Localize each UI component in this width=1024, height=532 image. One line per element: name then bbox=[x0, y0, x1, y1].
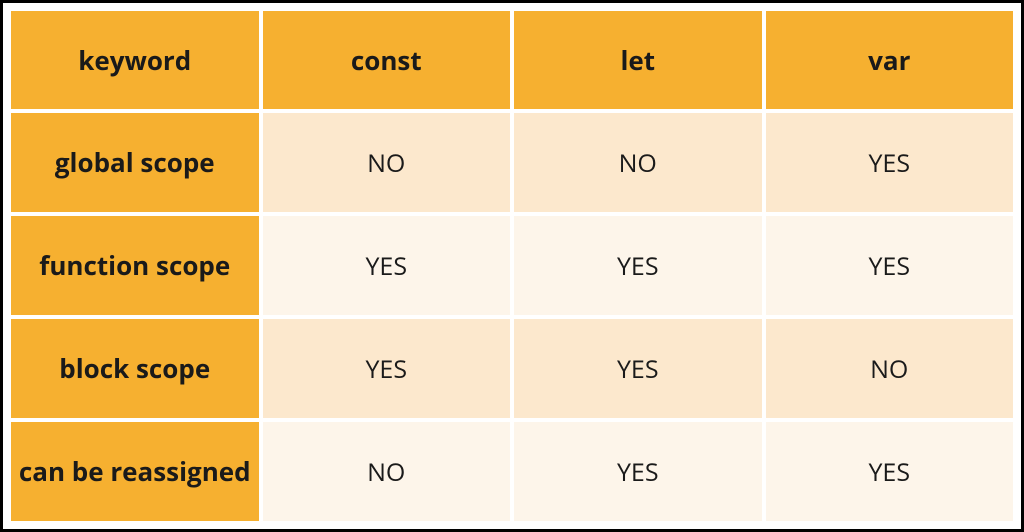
header-row: keyword const let var bbox=[11, 11, 1013, 109]
header-let: let bbox=[514, 11, 762, 109]
cell-global-const: NO bbox=[263, 113, 511, 212]
cell-function-const: YES bbox=[263, 216, 511, 315]
table-row: block scope YES YES NO bbox=[11, 319, 1013, 418]
comparison-table-container: keyword const let var global scope NO NO… bbox=[0, 0, 1024, 532]
header-const: const bbox=[263, 11, 511, 109]
row-label-global-scope: global scope bbox=[11, 113, 259, 212]
cell-function-let: YES bbox=[514, 216, 762, 315]
cell-reassign-let: YES bbox=[514, 422, 762, 521]
cell-function-var: YES bbox=[766, 216, 1014, 315]
table-row: function scope YES YES YES bbox=[11, 216, 1013, 315]
header-keyword: keyword bbox=[11, 11, 259, 109]
comparison-table: keyword const let var global scope NO NO… bbox=[7, 7, 1017, 525]
table-row: can be reassigned NO YES YES bbox=[11, 422, 1013, 521]
cell-global-let: NO bbox=[514, 113, 762, 212]
row-label-function-scope: function scope bbox=[11, 216, 259, 315]
cell-block-var: NO bbox=[766, 319, 1014, 418]
cell-block-let: YES bbox=[514, 319, 762, 418]
row-label-block-scope: block scope bbox=[11, 319, 259, 418]
table-row: global scope NO NO YES bbox=[11, 113, 1013, 212]
cell-reassign-var: YES bbox=[766, 422, 1014, 521]
row-label-can-be-reassigned: can be reassigned bbox=[11, 422, 259, 521]
header-var: var bbox=[766, 11, 1014, 109]
cell-block-const: YES bbox=[263, 319, 511, 418]
cell-global-var: YES bbox=[766, 113, 1014, 212]
cell-reassign-const: NO bbox=[263, 422, 511, 521]
